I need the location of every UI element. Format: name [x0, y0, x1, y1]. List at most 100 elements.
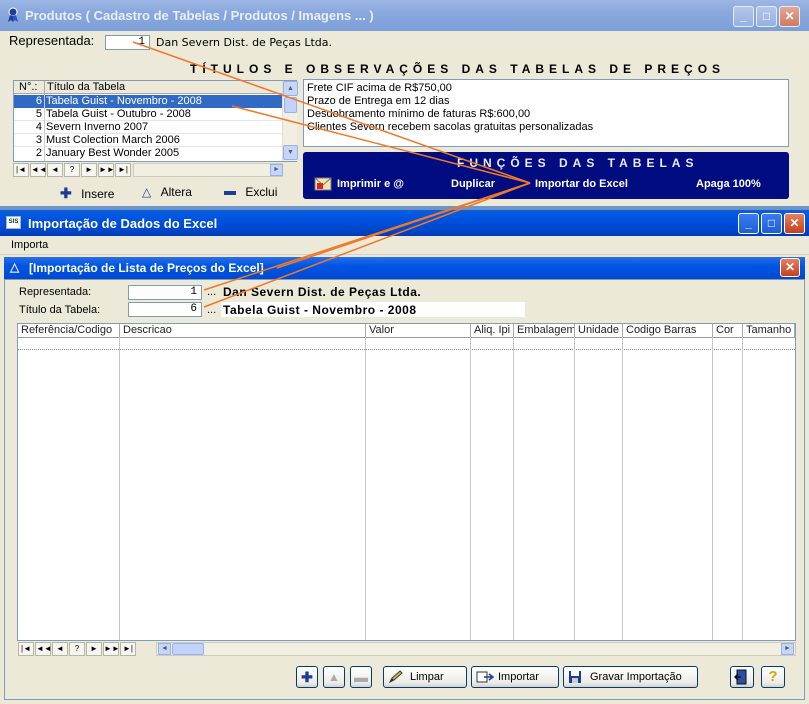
list-hscroll[interactable]: ►	[133, 163, 283, 177]
import-subtitle-bar: △ [Importação de Lista de Preços do Exce…	[4, 257, 805, 279]
nav-first-icon[interactable]: |◄	[18, 642, 34, 656]
list-item[interactable]: 5 Tabela Guist - Outubro - 2008	[14, 108, 282, 121]
list-item[interactable]: 6 Tabela Guist - Novembro - 2008	[14, 95, 282, 108]
funcs-title: FUNÇÕES DAS TABELAS	[457, 156, 699, 170]
edit-button[interactable]: ▲	[323, 666, 345, 688]
col-header[interactable]: Cor	[713, 324, 743, 337]
col-header[interactable]: Tamanho	[743, 324, 795, 337]
col-header[interactable]: Valor	[366, 324, 471, 337]
menu-bar: Importa	[0, 236, 809, 255]
scroll-thumb[interactable]	[284, 97, 297, 113]
nav-prev-icon[interactable]: ◄	[47, 163, 63, 177]
representada-label: Representada:	[19, 286, 92, 298]
add-button[interactable]: ✚	[296, 666, 318, 688]
delete-button[interactable]: ▬	[350, 666, 372, 688]
help-icon[interactable]: ?	[761, 666, 785, 688]
col-header[interactable]: Descricao	[120, 324, 366, 337]
representada-name: Dan Severn Dist. de Peças Ltda.	[156, 36, 332, 49]
funcs-panel: FUNÇÕES DAS TABELAS Imprimir e @ Duplica…	[303, 152, 789, 199]
list-header-num: N°.:	[19, 81, 38, 93]
representada-input[interactable]: 1	[105, 35, 150, 50]
nav-next-icon[interactable]: ►	[81, 163, 97, 177]
nav-last-icon[interactable]: ►|	[115, 163, 131, 177]
altera-button[interactable]: △ Altera	[142, 185, 192, 199]
titulo-label: Título da Tabela:	[19, 304, 101, 316]
observation-line: Prazo de Entrega em 12 dias	[307, 95, 450, 107]
nav-next-icon[interactable]: ►	[86, 642, 102, 656]
nav-first-icon[interactable]: |◄	[13, 163, 29, 177]
list-header: N°.: Título da Tabela	[14, 81, 282, 94]
representada-label: Representada:	[9, 33, 95, 48]
exclui-button[interactable]: Exclui	[224, 185, 277, 199]
list-header-title: Título da Tabela	[47, 81, 126, 93]
produtos-title: Produtos ( Cadastro de Tabelas / Produto…	[25, 8, 374, 23]
import-grid[interactable]: Referência/Codigo Descricao Valor Aliq. …	[17, 323, 796, 641]
col-header[interactable]: Aliq. Ipi	[471, 324, 514, 337]
col-header[interactable]: Embalagem	[514, 324, 575, 337]
importar-button[interactable]: Importar	[471, 666, 559, 688]
produtos-titlebar[interactable]: Produtos ( Cadastro de Tabelas / Produto…	[0, 0, 809, 31]
table-row[interactable]	[18, 349, 795, 350]
nav-prev-page-icon[interactable]: ◄◄	[35, 642, 52, 656]
list-item[interactable]: 3 Must Colection March 2006	[14, 134, 282, 147]
close-button[interactable]: ✕	[784, 213, 805, 234]
triangle-icon: △	[142, 185, 152, 199]
maximize-button[interactable]: □	[756, 6, 777, 27]
triangle-icon: △	[10, 260, 20, 274]
list-item[interactable]: 2 January Best Wonder 2005	[14, 147, 282, 160]
minimize-button[interactable]: _	[738, 213, 759, 234]
gravar-button[interactable]: Gravar Importação	[563, 666, 698, 688]
minus-icon	[224, 190, 236, 195]
tables-list[interactable]: N°.: Título da Tabela 6 Tabela Guist - N…	[13, 80, 298, 162]
list-scrollbar[interactable]: ▲ ▼	[282, 81, 298, 161]
exit-door-icon	[733, 669, 747, 685]
importar-excel-button[interactable]: Importar do Excel	[535, 178, 628, 190]
print-email-icon	[314, 177, 332, 191]
save-icon	[568, 670, 584, 684]
representada-input[interactable]: 1	[128, 285, 202, 300]
imprimir-button[interactable]: Imprimir e @	[337, 178, 404, 190]
import-icon	[476, 670, 495, 684]
ellipsis-text: ...	[207, 286, 217, 298]
close-button[interactable]: ✕	[780, 258, 800, 277]
minimize-button[interactable]: _	[733, 6, 754, 27]
insere-button[interactable]: ✚ Insere	[60, 185, 114, 202]
nav-next-page-icon[interactable]: ►►	[98, 163, 115, 177]
nav-help-icon[interactable]: ?	[69, 642, 85, 656]
importacao-titlebar[interactable]: SIS Importação de Dados do Excel _ □ ✕	[0, 210, 809, 236]
grid-navigator: |◄ ◄◄ ◄ ? ► ►► ►| ◄ ►	[18, 642, 796, 657]
exit-button[interactable]	[730, 666, 754, 688]
menu-importa[interactable]: Importa	[11, 239, 48, 251]
scroll-down-icon[interactable]: ▼	[283, 145, 298, 160]
nav-prev-page-icon[interactable]: ◄◄	[30, 163, 47, 177]
scroll-thumb[interactable]	[172, 643, 204, 655]
importacao-title: Importação de Dados do Excel	[28, 216, 218, 231]
list-navigator: |◄ ◄◄ ◄ ? ► ►► ►| ►	[13, 163, 283, 177]
plus-icon: ✚	[60, 185, 72, 201]
scroll-right-icon[interactable]: ►	[270, 164, 283, 176]
app-icon: SIS	[6, 216, 21, 229]
maximize-button[interactable]: □	[761, 213, 782, 234]
titulo-input[interactable]: 6	[128, 302, 202, 317]
observation-line: Frete CIF acima de R$750,00	[307, 82, 452, 94]
observations-box[interactable]: Frete CIF acima de R$750,00 Prazo de Ent…	[303, 79, 789, 147]
scroll-up-icon[interactable]: ▲	[283, 81, 298, 96]
limpar-button[interactable]: Limpar	[383, 666, 467, 688]
nav-last-icon[interactable]: ►|	[120, 642, 136, 656]
duplicar-button[interactable]: Duplicar	[451, 178, 495, 190]
nav-prev-icon[interactable]: ◄	[52, 642, 68, 656]
nav-help-icon[interactable]: ?	[64, 163, 80, 177]
import-panel: Representada: 1 ... Dan Severn Dist. de …	[4, 279, 805, 700]
col-header[interactable]: Codigo Barras	[623, 324, 713, 337]
col-header[interactable]: Unidade	[575, 324, 623, 337]
nav-next-page-icon[interactable]: ►►	[103, 642, 120, 656]
scroll-left-icon[interactable]: ◄	[158, 643, 171, 655]
close-button[interactable]: ✕	[779, 6, 800, 27]
grid-hscroll[interactable]: ◄ ►	[156, 642, 796, 656]
produtos-window: Produtos ( Cadastro de Tabelas / Produto…	[0, 0, 809, 206]
apaga-button[interactable]: Apaga 100%	[696, 178, 761, 190]
pencil-icon	[388, 670, 404, 684]
col-header[interactable]: Referência/Codigo	[18, 324, 120, 337]
list-item[interactable]: 4 Severn Inverno 2007	[14, 121, 282, 134]
scroll-right-icon[interactable]: ►	[781, 643, 794, 655]
